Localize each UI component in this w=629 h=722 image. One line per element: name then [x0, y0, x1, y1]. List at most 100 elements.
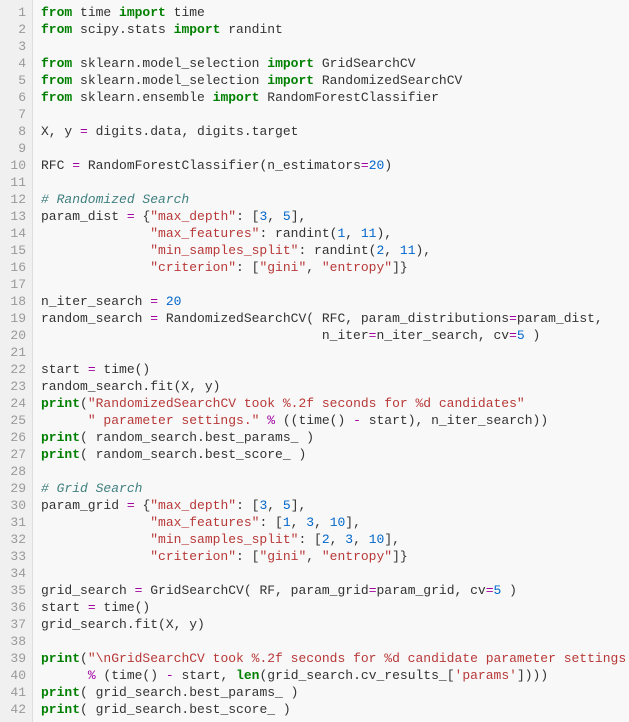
code-line: param_grid = {"max_depth": [3, 5], — [41, 497, 629, 514]
token-num: 5 — [517, 328, 525, 343]
token-op: = — [150, 294, 158, 309]
token-nm: ], — [384, 532, 400, 547]
token-nm: RandomForestClassifier — [259, 90, 438, 105]
token-nm: ]))) — [517, 668, 548, 683]
token-op: = — [486, 583, 494, 598]
code-line: print( grid_search.best_score_ ) — [41, 701, 629, 718]
line-number: 37 — [4, 616, 26, 633]
token-nm: RandomizedSearchCV — [314, 73, 462, 88]
code-line: print("\nGridSearchCV took %.2f seconds … — [41, 650, 629, 667]
token-nm: ) — [501, 583, 517, 598]
line-number: 35 — [4, 582, 26, 599]
token-str: "criterion" — [150, 260, 236, 275]
token-kw: print — [41, 447, 80, 462]
token-nm: n_iter_search — [41, 294, 150, 309]
token-kw: import — [174, 22, 221, 37]
token-kw: import — [119, 5, 166, 20]
code-line: from scipy.stats import randint — [41, 21, 629, 38]
code-line: grid_search.fit(X, y) — [41, 616, 629, 633]
token-nm: param_grid, cv — [377, 583, 486, 598]
token-cmt: # Grid Search — [41, 481, 142, 496]
token-nm: n_iter_search, cv — [376, 328, 509, 343]
line-number: 12 — [4, 191, 26, 208]
token-kw: import — [267, 73, 314, 88]
token-nm — [41, 668, 88, 683]
token-nm: RandomForestClassifier(n_estimators — [80, 158, 361, 173]
token-nm: time() — [96, 600, 151, 615]
code-line: " parameter settings." % ((time() - star… — [41, 412, 629, 429]
token-nm: RandomizedSearchCV( RFC, param_distribut… — [158, 311, 509, 326]
token-str: "gini" — [259, 260, 306, 275]
token-op: = — [127, 498, 135, 513]
code-line — [41, 463, 629, 480]
token-op: - — [166, 668, 174, 683]
token-nm: X, y — [41, 124, 80, 139]
token-str: "min_samples_split" — [150, 532, 298, 547]
code-line: "min_samples_split": [2, 3, 10], — [41, 531, 629, 548]
token-nm: (grid_search.cv_results_[ — [259, 668, 454, 683]
code-line: start = time() — [41, 599, 629, 616]
token-nm: n_iter — [41, 328, 369, 343]
token-str: "max_features" — [150, 226, 259, 241]
line-number: 20 — [4, 327, 26, 344]
token-nm: ], — [291, 209, 307, 224]
token-nm: , — [345, 226, 361, 241]
token-nm: , — [306, 260, 322, 275]
line-number: 10 — [4, 157, 26, 174]
token-num: 5 — [283, 498, 291, 513]
token-op: = — [127, 209, 135, 224]
code-line: n_iter_search = 20 — [41, 293, 629, 310]
line-number: 22 — [4, 361, 26, 378]
token-nm: GridSearchCV( RF, param_grid — [142, 583, 368, 598]
token-num: 3 — [306, 515, 314, 530]
code-line: "max_features": [1, 3, 10], — [41, 514, 629, 531]
token-str: "max_features" — [150, 515, 259, 530]
token-op: = — [361, 158, 369, 173]
code-line — [41, 565, 629, 582]
token-nm: , — [267, 498, 283, 513]
token-nm: start — [41, 362, 88, 377]
token-nm: ((time() — [275, 413, 353, 428]
line-number: 13 — [4, 208, 26, 225]
token-kw: print — [41, 430, 80, 445]
line-number: 11 — [4, 174, 26, 191]
token-num: 3 — [345, 532, 353, 547]
token-num: 5 — [283, 209, 291, 224]
token-nm: ( grid_search.best_params_ ) — [80, 685, 298, 700]
code-line: print("RandomizedSearchCV took %.2f seco… — [41, 395, 629, 412]
token-kw: from — [41, 73, 72, 88]
token-str: 'params' — [455, 668, 517, 683]
token-nm: random_search — [41, 311, 150, 326]
line-number: 33 — [4, 548, 26, 565]
token-num: 10 — [369, 532, 385, 547]
line-number: 14 — [4, 225, 26, 242]
token-op: = — [88, 600, 96, 615]
line-number: 1 — [4, 4, 26, 21]
code-line: print( random_search.best_score_ ) — [41, 446, 629, 463]
token-nm — [41, 260, 150, 275]
token-nm: , — [267, 209, 283, 224]
code-line — [41, 174, 629, 191]
code-line: print( grid_search.best_params_ ) — [41, 684, 629, 701]
line-number: 19 — [4, 310, 26, 327]
line-number: 26 — [4, 429, 26, 446]
code-line: from time import time — [41, 4, 629, 21]
line-number: 27 — [4, 446, 26, 463]
line-number: 31 — [4, 514, 26, 531]
code-line: start = time() — [41, 361, 629, 378]
token-nm: : randint( — [298, 243, 376, 258]
code-line: grid_search = GridSearchCV( RF, param_gr… — [41, 582, 629, 599]
line-number: 40 — [4, 667, 26, 684]
code-line: "criterion": ["gini", "entropy"]} — [41, 548, 629, 565]
token-num: 20 — [166, 294, 182, 309]
token-num: 11 — [400, 243, 416, 258]
token-nm: sklearn.model_selection — [72, 73, 267, 88]
code-line: from sklearn.model_selection import Grid… — [41, 55, 629, 72]
token-nm: start — [41, 600, 88, 615]
token-nm: : [ — [236, 260, 259, 275]
line-number: 28 — [4, 463, 26, 480]
code-line: n_iter=n_iter_search, cv=5 ) — [41, 327, 629, 344]
line-number: 23 — [4, 378, 26, 395]
token-op: = — [369, 583, 377, 598]
token-nm: param_dist, — [517, 311, 603, 326]
